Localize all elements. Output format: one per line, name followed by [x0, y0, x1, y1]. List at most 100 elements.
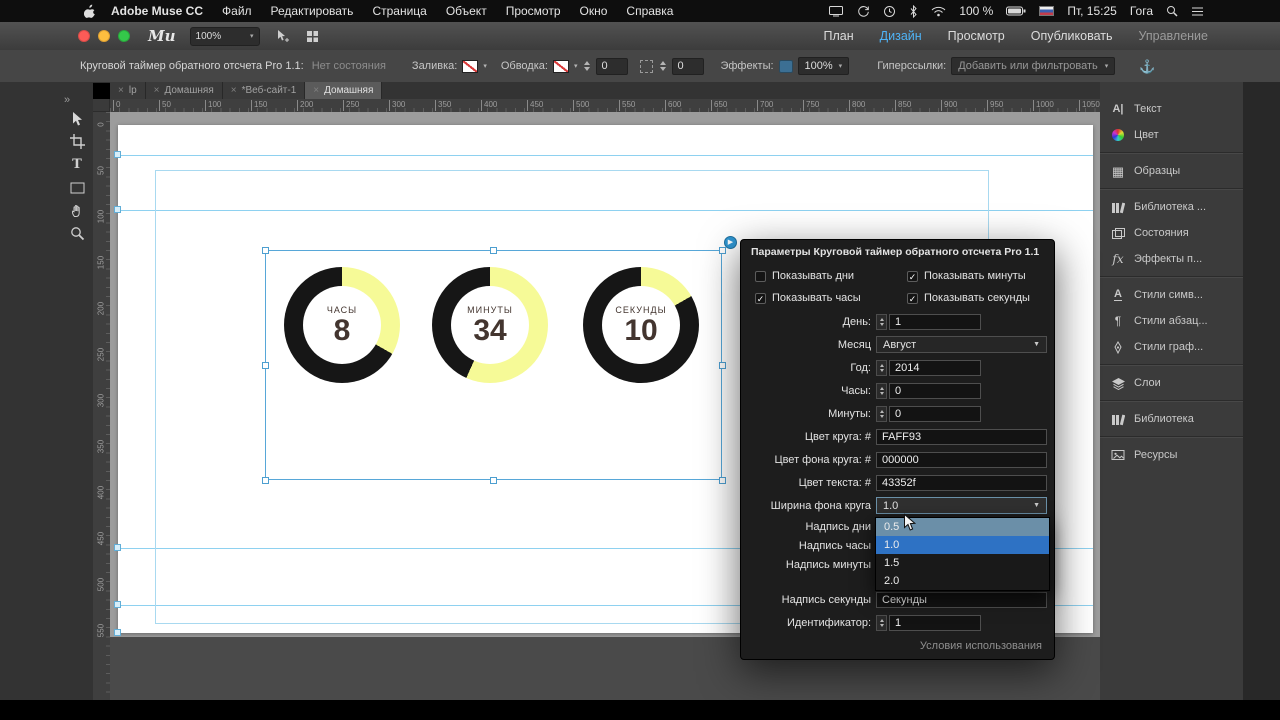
menubar-menu-item[interactable]: Редактировать: [271, 4, 354, 18]
workspace-tab[interactable]: План: [824, 29, 854, 43]
bluetooth-icon[interactable]: [909, 4, 918, 18]
fill-swatch[interactable]: [462, 59, 479, 73]
corner-radius-input[interactable]: 0: [672, 57, 705, 75]
selection-handle[interactable]: [261, 246, 269, 254]
param-select[interactable]: Август ▼: [876, 336, 1047, 353]
show-option-checkbox[interactable]: ✓ Показывать секунды: [907, 290, 1054, 306]
panel-tab-item[interactable]: A| Текст: [1100, 96, 1243, 122]
stroke-width-input[interactable]: 0: [596, 57, 629, 75]
panel-tab-item[interactable]: ▦ Образцы: [1100, 158, 1243, 184]
document-tab[interactable]: × *Веб-сайт-1: [222, 82, 306, 99]
menubar-menu-item[interactable]: Просмотр: [506, 4, 561, 18]
hand-tool[interactable]: [65, 202, 89, 219]
show-option-checkbox[interactable]: Показывать дни: [755, 268, 907, 284]
param-input[interactable]: 0: [889, 405, 981, 422]
close-window-button[interactable]: [78, 30, 90, 42]
anchor-icon[interactable]: ⚓: [1139, 60, 1155, 73]
stepper-arrows[interactable]: [876, 405, 887, 422]
minimize-window-button[interactable]: [98, 30, 110, 42]
keyboard-layout-icon[interactable]: [1039, 6, 1055, 16]
menubar-menu-item[interactable]: Файл: [222, 4, 252, 18]
panel-tab-item[interactable]: Библиотека ...: [1100, 194, 1243, 220]
corner-stepper[interactable]: [658, 59, 667, 73]
collapse-panel-icon[interactable]: »: [64, 94, 70, 106]
stepper-arrows[interactable]: [876, 614, 887, 631]
time-machine-icon[interactable]: [883, 5, 896, 18]
notification-center-icon[interactable]: [1191, 6, 1204, 17]
close-icon[interactable]: ×: [118, 85, 124, 96]
display-icon[interactable]: [828, 5, 844, 17]
workspace-tab[interactable]: Просмотр: [948, 29, 1005, 43]
menubar-menu-item[interactable]: Страница: [372, 4, 426, 18]
workspace-tab[interactable]: Опубликовать: [1031, 29, 1113, 43]
param-input[interactable]: 0: [889, 382, 981, 399]
param-input[interactable]: 2014: [889, 359, 981, 376]
close-icon[interactable]: ×: [231, 85, 237, 96]
checkbox-checked-icon[interactable]: ✓: [907, 270, 918, 282]
stepper-arrows[interactable]: [876, 313, 887, 330]
dropdown-option[interactable]: 1.0: [876, 536, 1049, 554]
panel-tab-item[interactable]: Состояния: [1100, 220, 1243, 246]
menubar-menu-item[interactable]: Окно: [580, 4, 608, 18]
hyperlink-combobox[interactable]: Добавить или фильтровать ▾: [951, 57, 1116, 75]
document-tab[interactable]: × Домашняя: [145, 82, 223, 99]
panel-tab-item[interactable]: Библиотека: [1100, 406, 1243, 432]
menubar-user[interactable]: Гога: [1130, 4, 1153, 18]
app-menu[interactable]: Adobe Muse CC: [111, 4, 203, 18]
panel-tab-item[interactable]: ¶ Стили абзац...: [1100, 308, 1243, 334]
battery-icon[interactable]: [1006, 6, 1026, 16]
panel-tab-item[interactable]: Цвет: [1100, 122, 1243, 148]
text-tool[interactable]: T: [65, 156, 89, 173]
zoom-level-select[interactable]: 100% ▾: [189, 26, 260, 46]
close-icon[interactable]: ×: [313, 85, 319, 96]
terms-link[interactable]: Условия использования: [741, 634, 1054, 652]
param-input[interactable]: 1: [889, 313, 981, 330]
menubar-menu-item[interactable]: Справка: [626, 4, 673, 18]
zoom-tool[interactable]: [65, 225, 89, 242]
selection-handle[interactable]: [718, 361, 726, 369]
selection-handle[interactable]: [490, 246, 497, 254]
stepper-arrows[interactable]: [876, 382, 887, 399]
selection-handle[interactable]: [718, 246, 726, 254]
pointer-plus-icon[interactable]: [276, 29, 290, 43]
checkbox-unchecked-icon[interactable]: [755, 270, 766, 282]
menubar-clock[interactable]: Пт, 15:25: [1067, 4, 1117, 18]
grid-view-icon[interactable]: [306, 30, 319, 43]
close-icon[interactable]: ×: [154, 85, 160, 96]
param-input[interactable]: FAFF93: [876, 428, 1047, 445]
param-select[interactable]: 1.0 ▼: [876, 497, 1047, 514]
stepper-arrows[interactable]: [876, 359, 887, 376]
param-input[interactable]: 000000: [876, 451, 1047, 468]
selection-tool[interactable]: [65, 110, 89, 127]
workspace-tab[interactable]: Дизайн: [880, 29, 922, 43]
dropdown-option[interactable]: 2.0: [876, 572, 1049, 590]
show-option-checkbox[interactable]: ✓ Показывать минуты: [907, 268, 1054, 284]
widget-options-button[interactable]: ▶: [724, 236, 737, 249]
stroke-swatch[interactable]: [552, 59, 569, 73]
menubar-menu-item[interactable]: Объект: [446, 4, 487, 18]
panel-tab-item[interactable]: Ресурсы: [1100, 442, 1243, 468]
checkbox-checked-icon[interactable]: ✓: [755, 292, 766, 304]
zoom-window-button[interactable]: [118, 30, 130, 42]
selection-handle[interactable]: [261, 361, 269, 369]
apple-menu-icon[interactable]: [84, 4, 96, 18]
document-tab[interactable]: × lp: [110, 82, 146, 99]
workspace-tab[interactable]: Управление: [1139, 29, 1209, 43]
dropdown-option[interactable]: 1.5: [876, 554, 1049, 572]
opacity-select[interactable]: 100% ▾: [797, 57, 850, 75]
wifi-icon[interactable]: [931, 6, 946, 17]
dropdown-option[interactable]: 0.5: [876, 518, 1049, 536]
show-option-checkbox[interactable]: ✓ Показывать часы: [755, 290, 907, 306]
param-input[interactable]: 1: [889, 614, 981, 631]
checkbox-checked-icon[interactable]: ✓: [907, 292, 918, 304]
selection-handle[interactable]: [718, 476, 726, 484]
panel-tab-item[interactable]: Стили граф...: [1100, 334, 1243, 360]
selection-handle[interactable]: [490, 476, 497, 484]
spotlight-icon[interactable]: [1166, 5, 1178, 17]
sync-icon[interactable]: [857, 5, 870, 18]
panel-tab-item[interactable]: A Стили симв...: [1100, 282, 1243, 308]
stroke-stepper[interactable]: [582, 59, 591, 73]
param-input[interactable]: Секунды: [876, 591, 1047, 608]
panel-tab-item[interactable]: Слои: [1100, 370, 1243, 396]
selection-handle[interactable]: [261, 476, 269, 484]
